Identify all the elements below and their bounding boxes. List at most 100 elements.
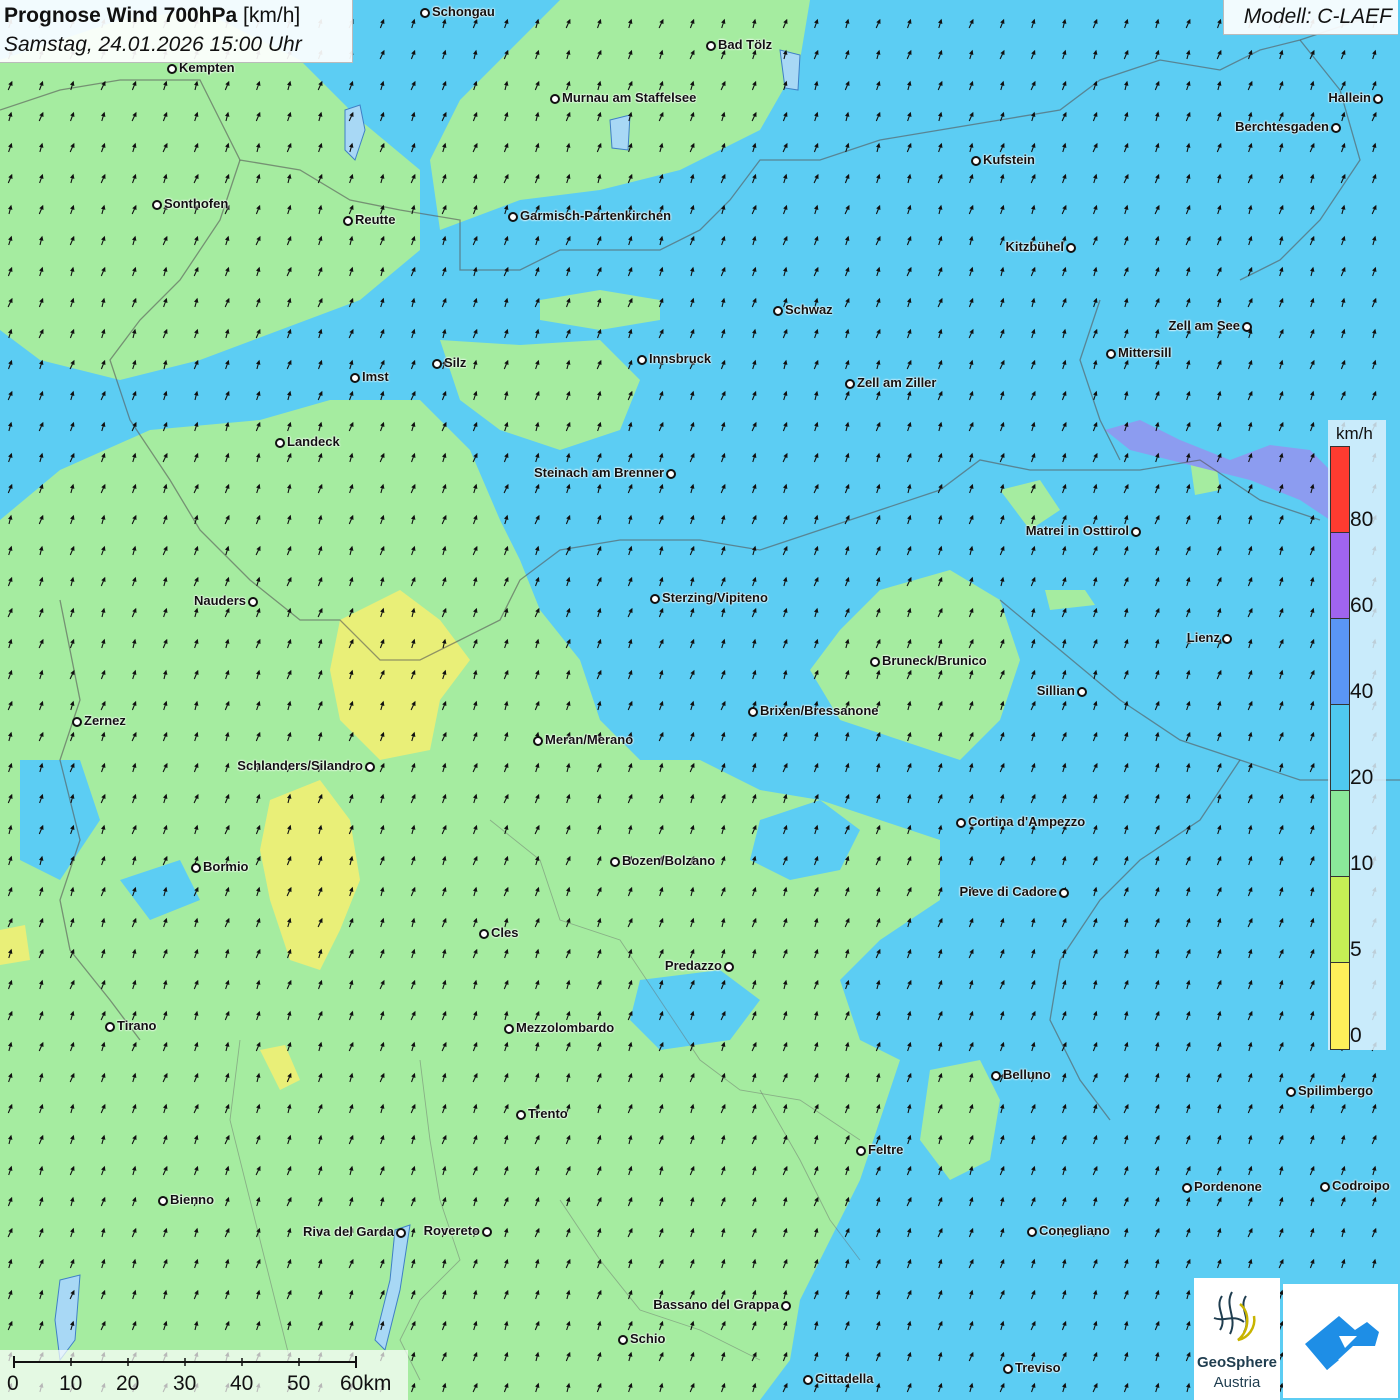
- legend-swatch-5: [1330, 876, 1350, 964]
- map-title-bold: Prognose Wind 700hPa: [4, 4, 238, 27]
- city-marker-predazzo: [724, 962, 734, 972]
- city-label-lienz: Lienz: [1186, 630, 1220, 645]
- city-label-brixen-bressanone: Brixen/Bressanone: [760, 703, 879, 718]
- city-label-imst: Imst: [362, 369, 389, 384]
- city-marker-reutte: [343, 216, 353, 226]
- city-marker-riva-del-garda: [396, 1228, 406, 1238]
- forecast-datetime: Samstag, 24.01.2026 15:00 Uhr: [4, 33, 302, 56]
- city-marker-schlanders-silandro: [365, 762, 375, 772]
- city-label-schlanders-silandro: Schlanders/Silandro: [237, 758, 363, 773]
- geosphere-emblem-icon: [1213, 1291, 1256, 1342]
- city-label-predazzo: Predazzo: [664, 958, 722, 973]
- city-label-kufstein: Kufstein: [983, 152, 1035, 167]
- legend-tick-5: 5: [1350, 938, 1362, 961]
- scale-label-40: 40: [230, 1372, 254, 1395]
- city-marker-cles: [479, 929, 489, 939]
- city-label-meran-merano: Meran/Merano: [545, 732, 634, 747]
- city-marker-conegliano: [1027, 1227, 1037, 1237]
- city-label-tirano: Tirano: [117, 1018, 157, 1033]
- scale-bar: 0 10 20 30 40 50 60km: [0, 1350, 408, 1400]
- wind-map: Schongau Bad Tölz Kempten Murnau am Staffel…: [0, 0, 1400, 1400]
- city-marker-kufstein: [971, 156, 981, 166]
- city-marker-cortina-d-ampezzo: [956, 818, 966, 828]
- city-label-schongau: Schongau: [432, 4, 495, 19]
- city-label-berchtesgaden: Berchtesgaden: [1235, 119, 1329, 134]
- city-label-pieve-di-cadore: Pieve di Cadore: [959, 884, 1057, 899]
- geosphere-sub: Austria: [1213, 1374, 1261, 1391]
- city-marker-cittadella: [803, 1375, 813, 1385]
- city-marker-steinach-am-brenner: [666, 469, 676, 479]
- scale-label-20: 20: [116, 1372, 140, 1395]
- city-marker-matrei-in-osttirol: [1131, 527, 1141, 537]
- city-label-bruneck-brunico: Bruneck/Brunico: [882, 653, 987, 668]
- city-marker-garmisch-partenkirchen: [508, 212, 518, 222]
- city-label-cles: Cles: [491, 925, 519, 940]
- city-marker-sillian: [1077, 687, 1087, 697]
- scale-bar-line: [13, 1356, 357, 1368]
- legend-swatch-40: [1330, 618, 1350, 706]
- city-marker-bozen-bolzano: [610, 857, 620, 867]
- city-label-cittadella: Cittadella: [815, 1371, 874, 1386]
- city-marker-pieve-di-cadore: [1059, 888, 1069, 898]
- city-marker-trento: [516, 1110, 526, 1120]
- city-marker-tirano: [105, 1022, 115, 1032]
- city-marker-pordenone: [1182, 1183, 1192, 1193]
- legend-swatch-20: [1330, 704, 1350, 792]
- city-marker-meran-merano: [533, 736, 543, 746]
- city-label-zell-am-see: Zell am See: [1168, 318, 1240, 333]
- city-label-feltre: Feltre: [868, 1142, 904, 1157]
- city-label-rovereto: Rovereto: [423, 1223, 480, 1238]
- legend-tick-20: 20: [1350, 766, 1374, 789]
- city-marker-silz: [432, 359, 442, 369]
- legend-tick-10: 10: [1350, 852, 1374, 875]
- legend-tick-40: 40: [1350, 680, 1374, 703]
- map-title-unit: [km/h]: [243, 4, 301, 27]
- city-label-hallein: Hallein: [1328, 90, 1371, 105]
- city-marker-bormio: [191, 863, 201, 873]
- city-label-kitzb-hel: Kitzbühel: [1005, 239, 1065, 254]
- city-marker-bad-t-lz: [706, 41, 716, 51]
- legend-tick-80: 80: [1350, 508, 1374, 531]
- city-label-zell-am-ziller: Zell am Ziller: [857, 375, 937, 390]
- city-marker-spilimbergo: [1286, 1087, 1296, 1097]
- city-label-bormio: Bormio: [203, 859, 249, 874]
- city-label-murnau-am-staffelsee: Murnau am Staffelsee: [562, 90, 697, 105]
- city-marker-sonthofen: [152, 200, 162, 210]
- legend-tick-0: 0: [1350, 1024, 1362, 1047]
- city-label-riva-del-garda: Riva del Garda: [302, 1224, 394, 1239]
- city-label-bassano-del-grappa: Bassano del Grappa: [653, 1297, 779, 1312]
- city-label-landeck: Landeck: [287, 434, 340, 449]
- city-label-zernez: Zernez: [84, 713, 126, 728]
- city-marker-mittersill: [1106, 349, 1116, 359]
- app-logo[interactable]: [1283, 1284, 1398, 1398]
- map-title: Prognose Wind 700hPa [km/h]: [4, 4, 300, 28]
- city-marker-rovereto: [482, 1227, 492, 1237]
- city-marker-schio: [618, 1335, 628, 1345]
- city-label-bienno: Bienno: [170, 1192, 215, 1207]
- legend-unit: km/h: [1336, 424, 1373, 443]
- city-label-trento: Trento: [528, 1106, 568, 1121]
- city-label-schwaz: Schwaz: [785, 302, 833, 317]
- scale-label-0: 0: [7, 1372, 19, 1395]
- city-marker-hallein: [1373, 94, 1383, 104]
- city-marker-mezzolombardo: [504, 1024, 514, 1034]
- city-label-schio: Schio: [630, 1331, 666, 1346]
- city-marker-innsbruck: [637, 355, 647, 365]
- city-marker-nauders: [248, 597, 258, 607]
- title-box: Prognose Wind 700hPa [km/h] Samstag, 24.…: [0, 0, 353, 63]
- city-marker-brixen-bressanone: [748, 707, 758, 717]
- city-label-mezzolombardo: Mezzolombardo: [516, 1020, 615, 1035]
- city-marker-lienz: [1222, 634, 1232, 644]
- city-label-sonthofen: Sonthofen: [164, 196, 229, 211]
- city-label-codroipo: Codroipo: [1332, 1178, 1390, 1193]
- geosphere-name: GeoSphere: [1196, 1354, 1278, 1371]
- city-marker-zell-am-ziller: [845, 379, 855, 389]
- city-marker-schongau: [420, 8, 430, 18]
- city-marker-schwaz: [773, 306, 783, 316]
- city-marker-bassano-del-grappa: [781, 1301, 791, 1311]
- scale-label-60km: 60km: [340, 1372, 392, 1395]
- legend-tick-60: 60: [1350, 594, 1374, 617]
- city-label-garmisch-partenkirchen: Garmisch-Partenkirchen: [520, 208, 672, 223]
- city-label-pordenone: Pordenone: [1194, 1179, 1262, 1194]
- geosphere-logo[interactable]: GeoSphere Austria: [1194, 1278, 1280, 1400]
